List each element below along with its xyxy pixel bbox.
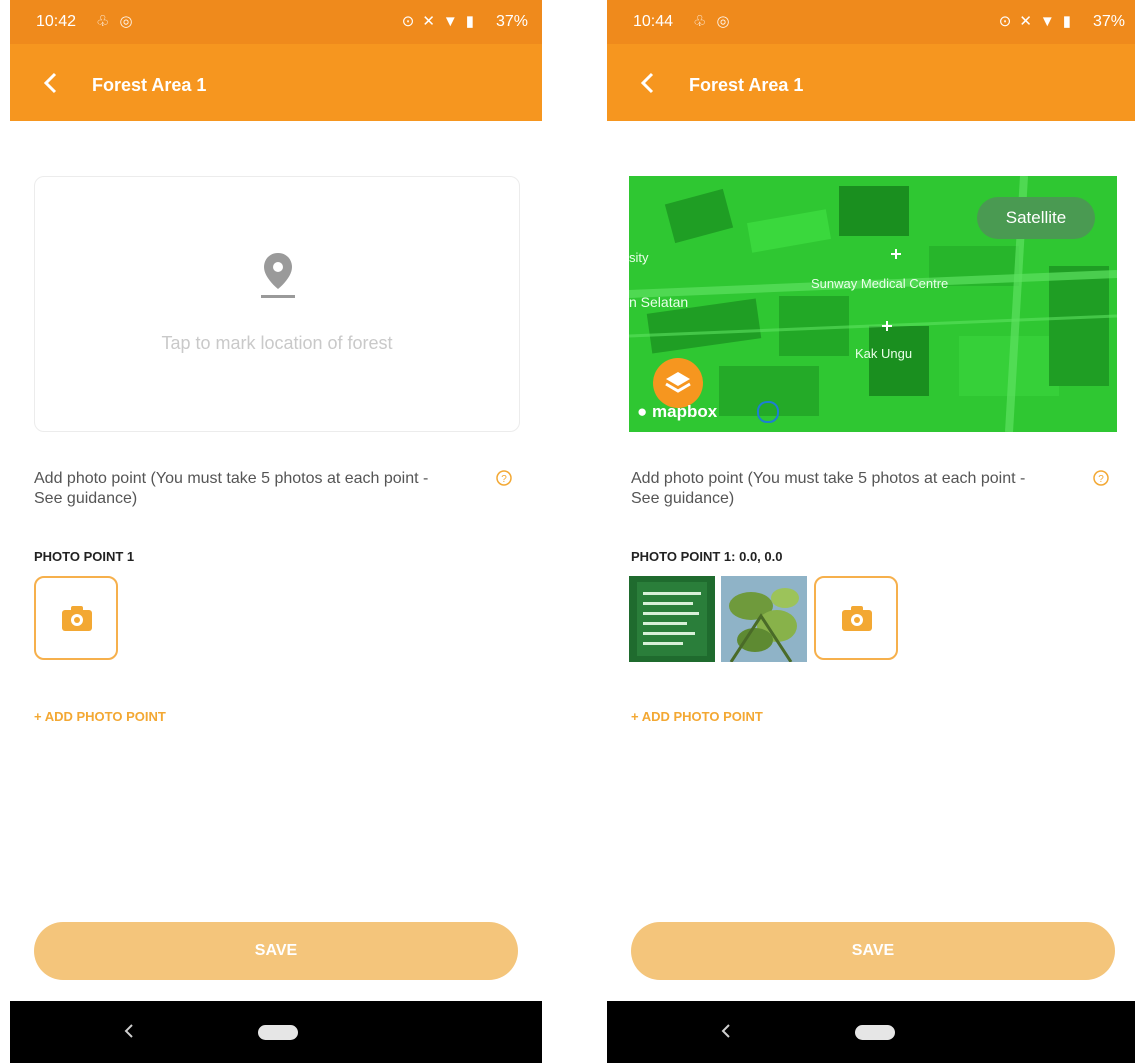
svg-text:?: ? — [1098, 474, 1104, 485]
notification-icons: ♧◎ — [96, 13, 143, 30]
map-location-picker[interactable]: Tap to mark location of forest — [34, 176, 520, 432]
save-button[interactable]: SAVE — [34, 922, 518, 980]
photo-thumbnail[interactable] — [629, 576, 715, 662]
add-photo-point-button[interactable]: + ADD PHOTO POINT — [631, 709, 763, 724]
photo-thumbnail-image — [721, 576, 807, 662]
map-label: n Selatan — [629, 294, 689, 310]
photo-point-label: PHOTO POINT 1: 0.0, 0.0 — [631, 549, 783, 564]
map-pin-icon — [261, 253, 295, 298]
nav-back-icon[interactable] — [719, 1020, 733, 1042]
map-info-icon[interactable] — [757, 401, 779, 423]
svg-text:?: ? — [501, 474, 507, 485]
app-bar: Forest Area 1 — [10, 44, 542, 121]
save-button[interactable]: SAVE — [631, 922, 1115, 980]
back-arrow-icon[interactable] — [635, 70, 661, 96]
photo-point-instructions: Add photo point (You must take 5 photos … — [631, 470, 1026, 507]
mapbox-logo: ● mapbox — [637, 402, 718, 421]
take-photo-button[interactable] — [34, 576, 118, 660]
notification-icons: ♧◎ — [693, 13, 740, 30]
status-time: 10:42 — [36, 13, 77, 30]
page-title: Forest Area 1 — [689, 75, 804, 95]
status-bar: 10:42 ♧◎ ⊙✕▼▮ 37% — [10, 0, 542, 44]
add-photo-point-button[interactable]: + ADD PHOTO POINT — [34, 709, 166, 724]
system-status-icons: ⊙✕▼▮ — [998, 13, 1079, 30]
page-title: Forest Area 1 — [92, 75, 207, 95]
status-bar: 10:44 ♧◎ ⊙✕▼▮ 37% — [607, 0, 1135, 44]
photo-point-label: PHOTO POINT 1 — [34, 549, 135, 564]
map-label: Sunway Medical Centre — [811, 276, 949, 291]
system-status-icons: ⊙✕▼▮ — [401, 13, 482, 30]
map-label: sity — [629, 250, 649, 265]
layers-icon — [665, 372, 691, 393]
status-time: 10:44 — [633, 13, 674, 30]
back-arrow-icon[interactable] — [38, 70, 64, 96]
take-photo-button[interactable] — [814, 576, 898, 660]
layers-button[interactable] — [653, 358, 703, 408]
camera-icon — [842, 606, 872, 631]
photo-thumbnail[interactable] — [721, 576, 807, 662]
photo-point-instructions: Add photo point (You must take 5 photos … — [34, 470, 429, 507]
camera-icon — [62, 606, 92, 631]
map-style-toggle-button[interactable]: Satellite — [977, 197, 1095, 239]
nav-home-pill[interactable] — [258, 1025, 298, 1040]
map-label: Kak Ungu — [855, 346, 913, 361]
question-circle-icon[interactable]: ? — [1093, 470, 1109, 486]
phone-screen-before: 10:42 ♧◎ ⊙✕▼▮ 37% Forest Area 1 Tap to m… — [10, 0, 542, 1063]
mapbox-attribution: mapbox — [652, 402, 718, 421]
android-nav-bar — [607, 1001, 1135, 1063]
satellite-map[interactable]: Sunway Medical Centre n Selatan Kak Ungu… — [629, 176, 1117, 432]
question-circle-icon[interactable]: ? — [496, 470, 512, 486]
android-nav-bar — [10, 1001, 542, 1063]
nav-home-pill[interactable] — [855, 1025, 895, 1040]
photo-thumbnail-image — [629, 576, 715, 662]
battery-level: 37% — [1092, 13, 1125, 30]
app-bar: Forest Area 1 — [607, 44, 1135, 121]
map-hint-text: Tap to mark location of forest — [161, 333, 393, 353]
nav-back-icon[interactable] — [122, 1020, 136, 1042]
phone-screen-after: 10:44 ♧◎ ⊙✕▼▮ 37% Forest Area 1 Sunway M… — [607, 0, 1135, 1063]
battery-level: 37% — [495, 13, 528, 30]
